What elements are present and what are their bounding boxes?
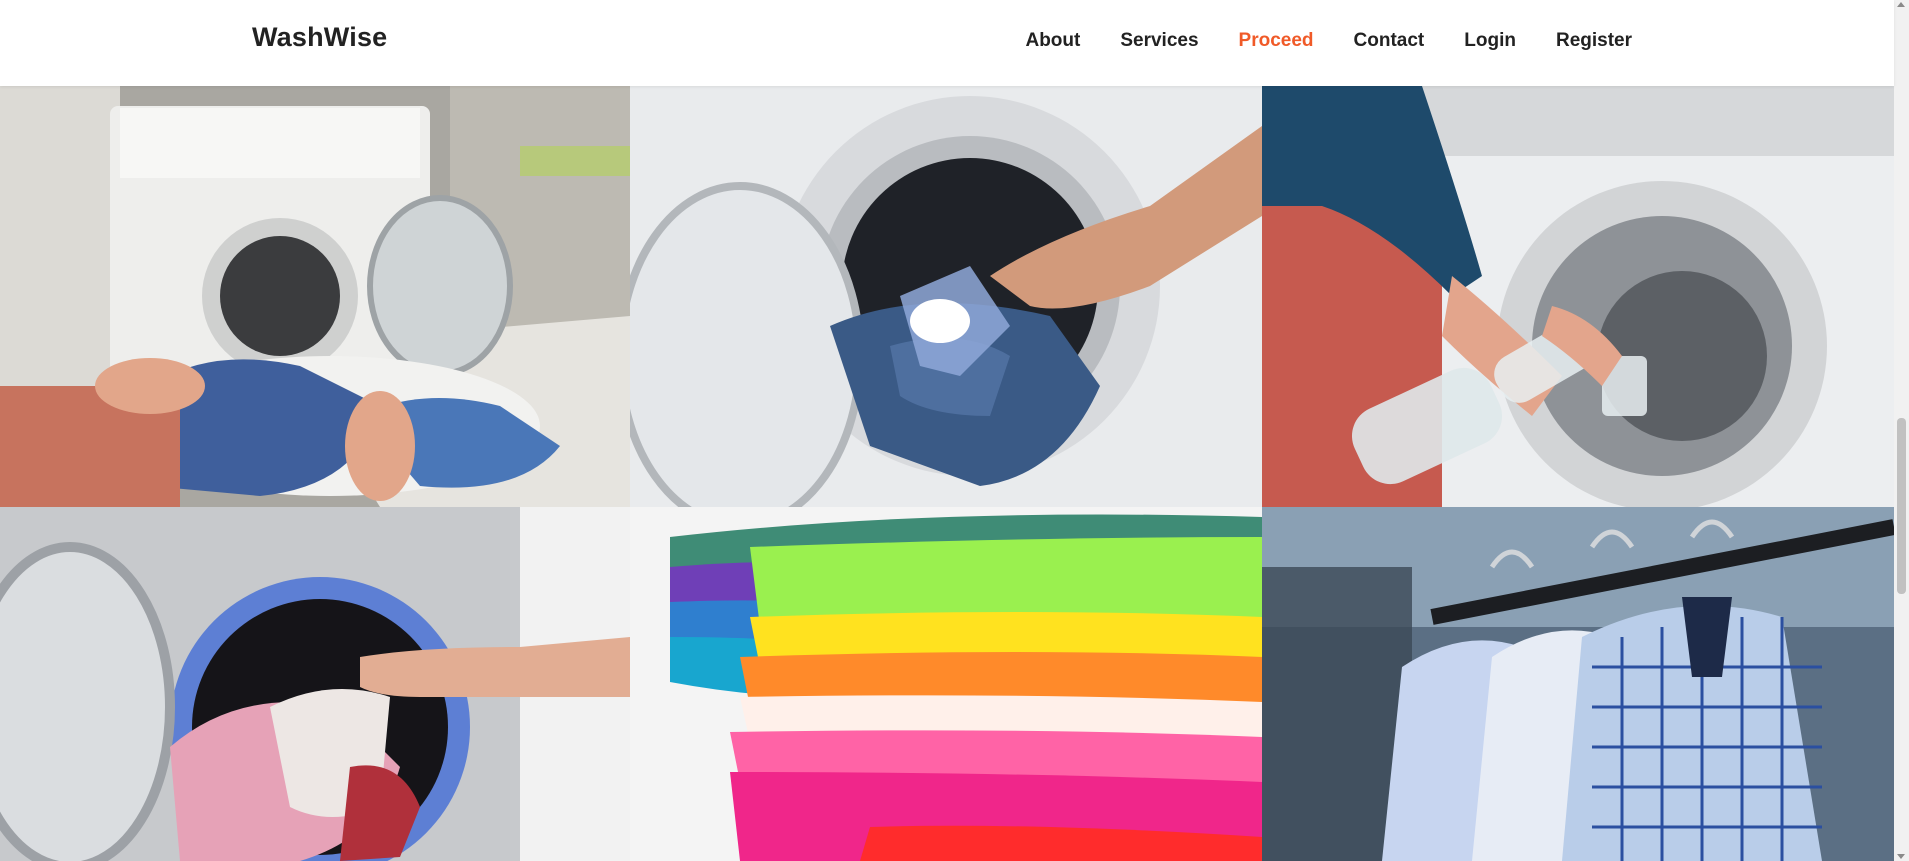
nav-register[interactable]: Register	[1556, 30, 1632, 52]
main-nav: About Services Proceed Contact Login Reg…	[985, 30, 1632, 52]
gallery-image-sorting-laundry	[0, 86, 630, 507]
nav-proceed[interactable]: Proceed	[1239, 30, 1314, 52]
laundry-image-gallery	[0, 86, 1894, 861]
gallery-image-detergent-scoop	[630, 86, 1262, 507]
scroll-up-arrow-icon[interactable]	[1897, 2, 1905, 7]
nav-contact[interactable]: Contact	[1354, 30, 1425, 52]
gallery-image-folded-shirts	[630, 507, 1262, 861]
scrollbar-thumb[interactable]	[1897, 418, 1906, 594]
nav-login[interactable]: Login	[1464, 30, 1516, 52]
page-scrollbar[interactable]	[1894, 0, 1909, 861]
top-navbar: WashWise About Services Proceed Contact …	[0, 0, 1894, 86]
gallery-image-shirts-on-hangers	[1262, 507, 1894, 861]
gallery-image-pouring-vinegar	[1262, 86, 1894, 510]
gallery-image-loading-towels	[0, 507, 630, 861]
brand-logo[interactable]: WashWise	[252, 22, 387, 53]
nav-about[interactable]: About	[1025, 30, 1080, 52]
scroll-down-arrow-icon[interactable]	[1897, 854, 1905, 859]
nav-services[interactable]: Services	[1120, 30, 1198, 52]
